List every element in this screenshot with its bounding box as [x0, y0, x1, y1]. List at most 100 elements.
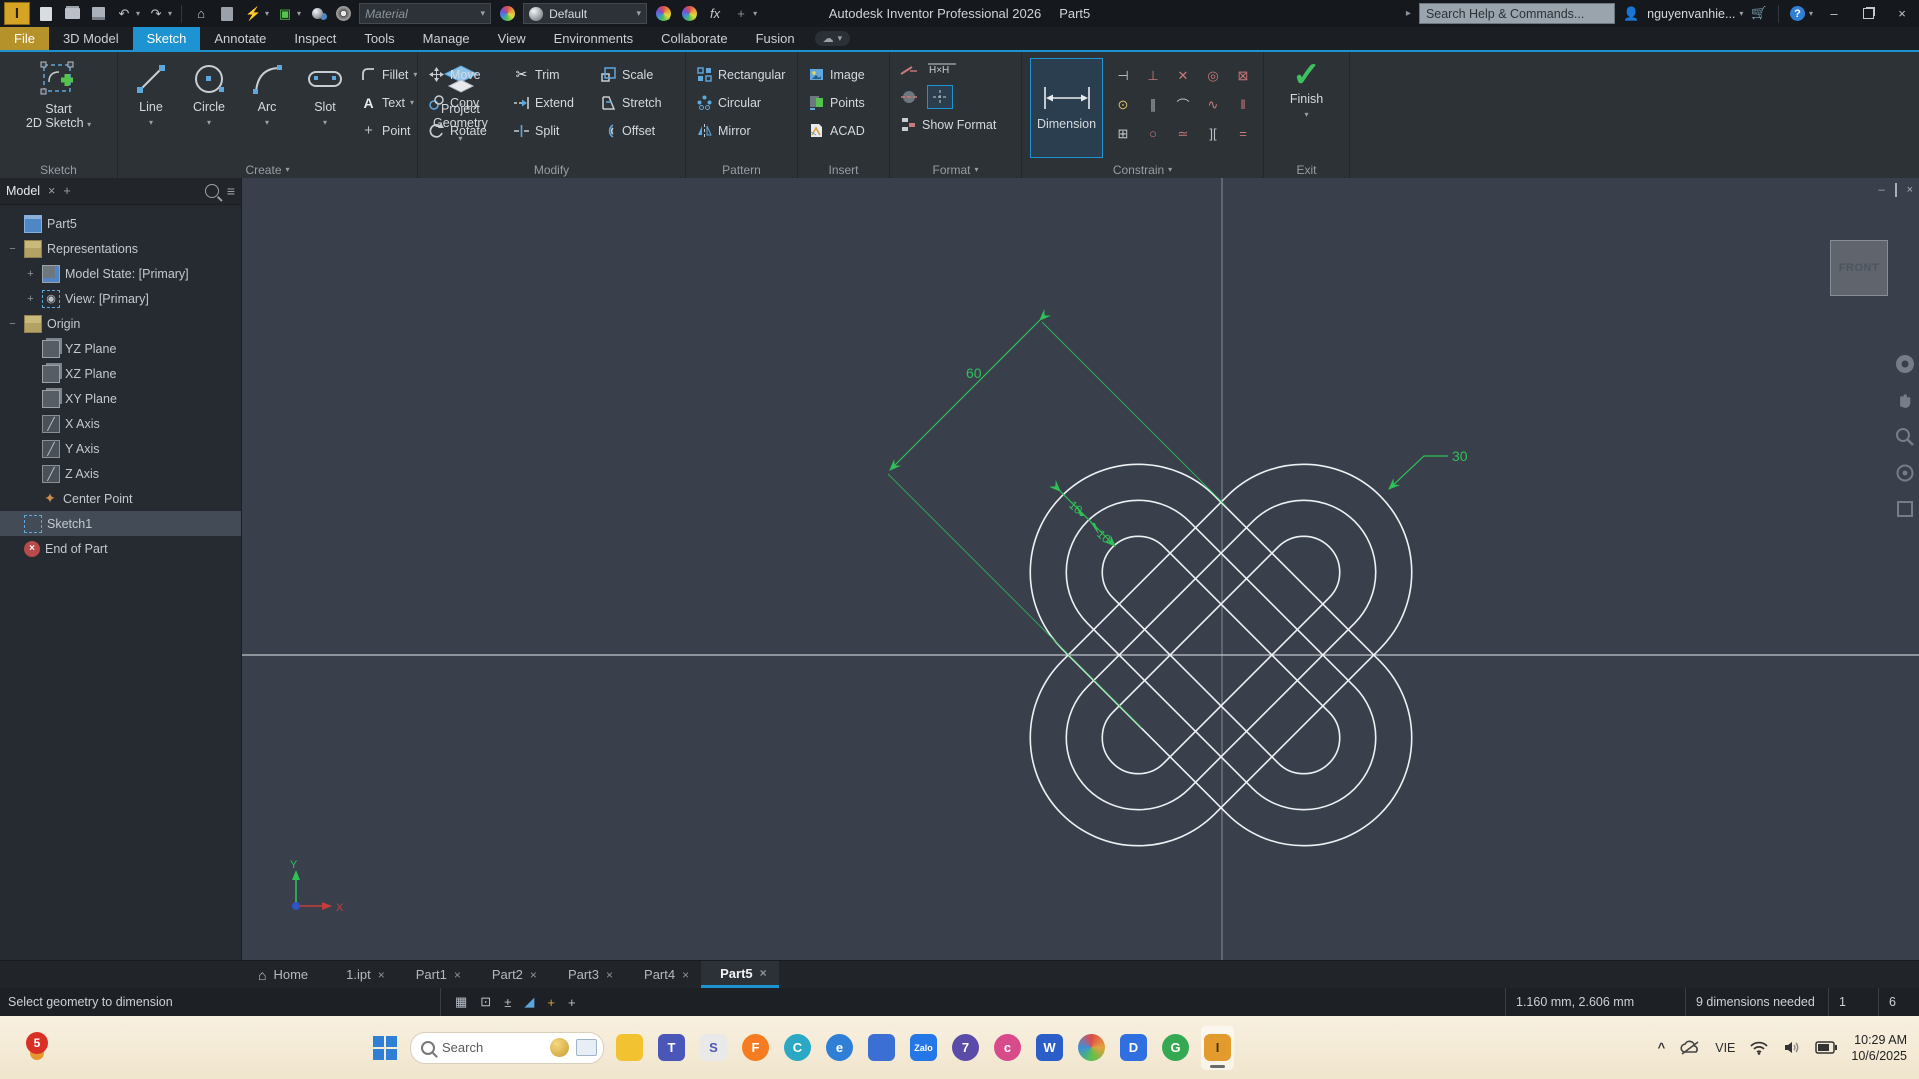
file-explorer-icon[interactable] — [613, 1026, 646, 1070]
snap-origin-icon[interactable]: + — [547, 995, 555, 1010]
tree-expander-icon[interactable]: − — [6, 318, 19, 330]
text-button[interactable]: A Text ▾ — [356, 90, 421, 115]
render-wheel-icon[interactable] — [333, 5, 353, 23]
center-point-toggle-icon[interactable] — [927, 84, 953, 109]
material-sphere-icon[interactable] — [307, 5, 327, 23]
line-dropdown-icon[interactable]: ▾ — [149, 116, 153, 130]
image-button[interactable]: Image — [804, 62, 883, 87]
language-indicator[interactable]: VIE — [1715, 1041, 1735, 1055]
ribbon-tab-tools[interactable]: Tools — [350, 27, 408, 50]
tree-row-origin[interactable]: − Origin — [0, 311, 241, 336]
dimension-button[interactable]: Dimension — [1030, 58, 1103, 158]
qat-customize-icon[interactable]: ▾ — [753, 9, 757, 18]
construction-line-icon[interactable] — [900, 60, 917, 77]
ribbon-tab-manage[interactable]: Manage — [409, 27, 484, 50]
slot-dropdown-icon[interactable]: ▾ — [323, 116, 327, 130]
adjust-appearance-icon[interactable] — [653, 5, 673, 23]
collinear-icon[interactable]: ≃ — [1169, 120, 1197, 147]
document-tab-close-icon[interactable]: × — [454, 968, 461, 982]
document-tab-part1[interactable]: Part1 × — [397, 961, 473, 988]
fillet-dropdown-icon[interactable]: ▾ — [413, 70, 417, 79]
close-button[interactable]: × — [1889, 4, 1915, 24]
free-move-icon[interactable]: + — [568, 995, 576, 1010]
ribbon-tab-inspect[interactable]: Inspect — [280, 27, 350, 50]
tree-row-y-axis[interactable]: ╱ Y Axis — [0, 436, 241, 461]
document-tab-part5[interactable]: Part5 × — [701, 961, 779, 988]
finish-sketch-button[interactable]: ✓ Finish ▾ — [1280, 56, 1334, 160]
tree-row-z-axis[interactable]: ╱ Z Axis — [0, 461, 241, 486]
coccoc-icon[interactable]: C — [781, 1026, 814, 1070]
tree-row-model-state-primary-[interactable]: + Model State: [Primary] — [0, 261, 241, 286]
navigation-wheel-icon[interactable] — [1894, 353, 1916, 375]
weather-badge[interactable]: 5 — [26, 1032, 48, 1054]
tree-expander-icon[interactable]: − — [6, 243, 19, 255]
tree-row-yz-plane[interactable]: YZ Plane — [0, 336, 241, 361]
ribbon-tab-view[interactable]: View — [484, 27, 540, 50]
circle-dropdown-icon[interactable]: ▾ — [207, 116, 211, 130]
look-at-icon[interactable] — [1895, 499, 1915, 519]
rectangular-pattern-button[interactable]: Rectangular — [692, 62, 791, 87]
volume-icon[interactable] — [1783, 1040, 1801, 1055]
pan-icon[interactable] — [1895, 391, 1915, 411]
constraint-settings-icon[interactable]: ⊞ — [1109, 120, 1137, 147]
teams-icon[interactable]: T — [655, 1026, 688, 1070]
document-tab-part3[interactable]: Part3 × — [549, 961, 625, 988]
tree-row-part5[interactable]: Part5 — [0, 211, 241, 236]
panel-format-label[interactable]: Format ▾ — [890, 161, 1021, 178]
undo-icon[interactable]: ↶ — [114, 5, 134, 23]
document-tab-1-ipt[interactable]: 1.ipt × — [327, 961, 397, 988]
minimize-button[interactable]: – — [1821, 4, 1847, 24]
points-button[interactable]: Points — [804, 90, 883, 115]
tree-row-xz-plane[interactable]: XZ Plane — [0, 361, 241, 386]
open-file-icon[interactable] — [62, 5, 82, 23]
dim-30-text[interactable]: 30 — [1452, 448, 1468, 464]
measure-dropdown-icon[interactable]: ▾ — [297, 9, 301, 18]
parameters-fx-icon[interactable]: fx — [705, 5, 725, 23]
coincident-icon[interactable]: ✕ — [1169, 62, 1197, 89]
document-tab-part2[interactable]: Part2 × — [473, 961, 549, 988]
doc-minimize-icon[interactable]: – — [1878, 184, 1884, 196]
slot-button[interactable]: Slot ▾ — [298, 56, 352, 160]
dimensions[interactable]: 60 10 10 30 — [887, 308, 1468, 729]
document-tab-home[interactable]: ⌂ Home — [246, 961, 327, 988]
driven-dimension-icon[interactable]: H×H — [927, 60, 957, 77]
start-2d-sketch-button[interactable]: Start 2D Sketch ▾ — [22, 56, 95, 160]
wifi-icon[interactable] — [1749, 1040, 1769, 1055]
browser-search-icon[interactable] — [204, 184, 219, 198]
acad-button[interactable]: ACAD — [804, 118, 883, 143]
zalo-icon[interactable]: Zalo — [907, 1026, 940, 1070]
redo-icon[interactable]: ↷ — [146, 5, 166, 23]
appearance-combo[interactable]: Default ▾ — [523, 3, 648, 24]
symmetric-icon[interactable]: ][ — [1199, 120, 1227, 147]
document-tab-close-icon[interactable]: × — [682, 968, 689, 982]
help-icon[interactable]: ? — [1789, 6, 1805, 21]
taskbar-search-input[interactable]: Search — [410, 1031, 604, 1064]
document-tab-close-icon[interactable]: × — [378, 968, 385, 982]
tree-row-xy-plane[interactable]: XY Plane — [0, 386, 241, 411]
show-format-button[interactable]: Show Format — [896, 112, 1000, 137]
dim-60-line[interactable] — [889, 308, 1052, 471]
document-tab-part4[interactable]: Part4 × — [625, 961, 701, 988]
undo-dropdown-icon[interactable]: ▾ — [136, 9, 140, 18]
perpendicular-icon[interactable]: ⊥ — [1139, 62, 1167, 89]
onedrive-icon[interactable] — [1679, 1040, 1701, 1056]
tree-expander-icon[interactable]: + — [24, 268, 37, 280]
tangent-icon[interactable]: ⌒ — [1169, 91, 1197, 118]
precise-input-icon[interactable]: ± — [504, 995, 511, 1010]
help-dropdown-icon[interactable]: ▾ — [1809, 9, 1813, 18]
panel-modify-label[interactable]: Modify — [418, 161, 685, 178]
tree-row-representations[interactable]: − Representations — [0, 236, 241, 261]
ifeature-icon[interactable]: ⚡ — [243, 5, 263, 23]
ribbon-tab-file[interactable]: File — [0, 27, 49, 50]
sketch-only-icon[interactable]: ⊡ — [480, 994, 491, 1010]
arc-dropdown-icon[interactable]: ▾ — [265, 116, 269, 130]
search-expand-icon[interactable]: ▸ — [1406, 8, 1411, 19]
paste-icon[interactable] — [217, 5, 237, 23]
arc-button[interactable]: Arc ▾ — [240, 56, 294, 160]
cortana-icon[interactable]: c — [991, 1026, 1024, 1070]
gapp-icon[interactable]: G — [1159, 1026, 1192, 1070]
tree-row-center-point[interactable]: ✦ Center Point — [0, 486, 241, 511]
ribbon-tab-environments[interactable]: Environments — [540, 27, 647, 50]
ifeature-dropdown-icon[interactable]: ▾ — [265, 9, 269, 18]
circle-button[interactable]: Circle ▾ — [182, 56, 236, 160]
